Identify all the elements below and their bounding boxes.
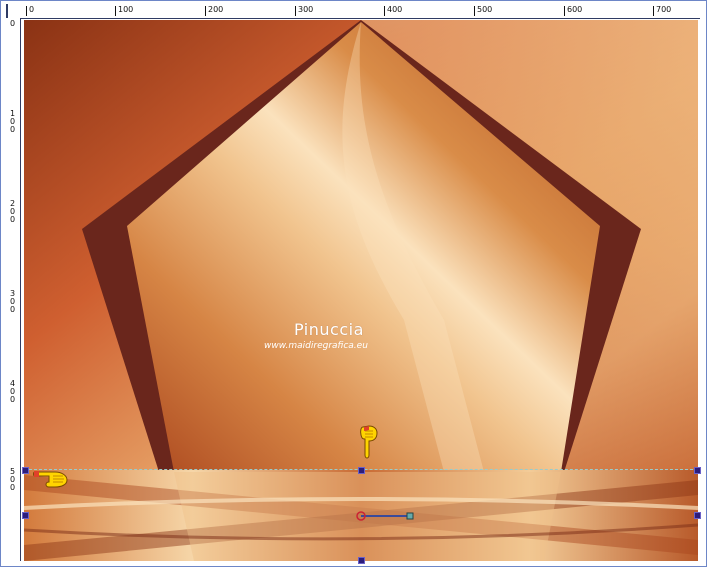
selection-handle[interactable] xyxy=(358,557,365,564)
ruler-label: 500 xyxy=(9,467,16,492)
hand-pointer-down-icon xyxy=(360,425,378,459)
artwork xyxy=(24,20,698,561)
ruler-label: 0 xyxy=(9,19,16,28)
image-canvas[interactable]: Pinuccia www.maidiregrafica.eu xyxy=(24,20,698,561)
ruler-label: 400 xyxy=(384,6,402,16)
watermark-title: Pinuccia xyxy=(294,320,364,339)
ruler-label: 300 xyxy=(9,289,16,314)
selection-handle[interactable] xyxy=(22,512,29,519)
ruler-label: 200 xyxy=(9,199,16,224)
ruler-label: 700 xyxy=(653,6,671,16)
ruler-label: 600 xyxy=(564,6,582,16)
selection-handle[interactable] xyxy=(694,512,701,519)
selection-handle[interactable] xyxy=(358,467,365,474)
watermark-url: www.maidiregrafica.eu xyxy=(264,341,368,351)
selection-handle[interactable] xyxy=(22,467,29,474)
ruler-label: 400 xyxy=(9,379,16,404)
ruler-label: 100 xyxy=(115,6,133,16)
hand-pointer-right-icon xyxy=(33,471,68,488)
vertical-ruler: 0 100 200 300 400 500 xyxy=(6,18,21,561)
ruler-label: 300 xyxy=(295,6,313,16)
ruler-label: 100 xyxy=(9,109,16,134)
ruler-label: 500 xyxy=(474,6,492,16)
ruler-label: 0 xyxy=(26,6,34,16)
horizontal-ruler: 0 100 200 300 400 500 600 700 xyxy=(8,4,700,19)
selection-handle[interactable] xyxy=(694,467,701,474)
ruler-label: 200 xyxy=(205,6,223,16)
